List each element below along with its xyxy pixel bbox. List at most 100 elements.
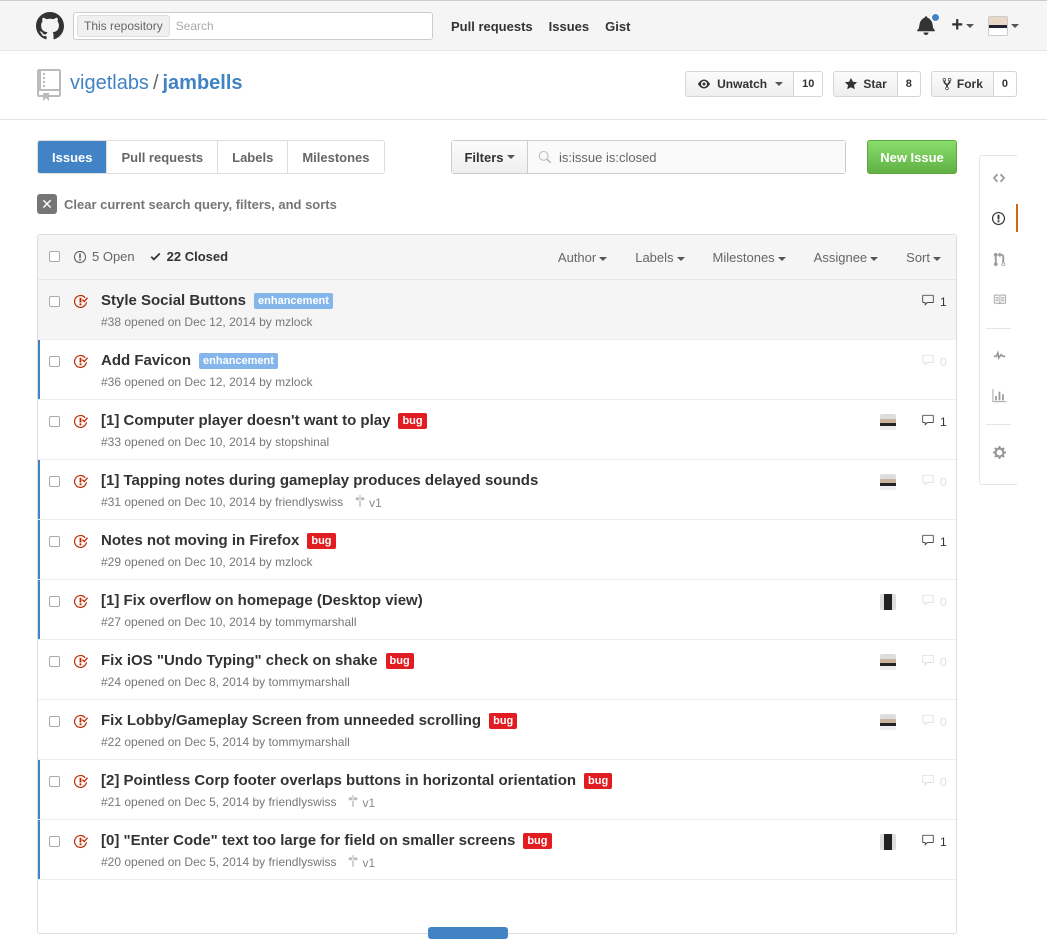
nav-pull-requests[interactable]: Pull requests	[451, 19, 533, 34]
issue-row[interactable]: Style Social Buttons enhancement #38 opene…	[38, 280, 956, 340]
tab-labels[interactable]: Labels	[217, 141, 287, 173]
issue-meta-text: #36 opened on Dec 12, 2014 by mzlock	[101, 375, 313, 389]
issue-title-link[interactable]: [1] Tapping notes during gameplay produc…	[101, 472, 538, 489]
issue-comments[interactable]: 0	[921, 654, 947, 670]
issue-title-link[interactable]: Fix Lobby/Gameplay Screen from unneeded …	[101, 712, 481, 729]
issue-checkbox[interactable]	[49, 776, 60, 787]
issue-checkbox[interactable]	[49, 536, 60, 547]
issue-title-link[interactable]: Fix iOS "Undo Typing" check on shake	[101, 652, 378, 669]
repo-owner-link[interactable]: vigetlabs	[70, 72, 149, 94]
issue-checkbox[interactable]	[49, 716, 60, 727]
issue-title-link[interactable]: [1] Fix overflow on homepage (Desktop vi…	[101, 592, 423, 609]
issue-title-link[interactable]: [1] Computer player doesn't want to play	[101, 412, 390, 429]
issue-title-link[interactable]: [2] Pointless Corp footer overlaps butto…	[101, 772, 576, 789]
issue-label[interactable]: bug	[385, 652, 414, 669]
site-search[interactable]: This repository Search	[73, 12, 433, 40]
issue-row[interactable]: [1] Tapping notes during gameplay produc…	[38, 460, 956, 520]
assignee-avatar[interactable]	[880, 714, 896, 730]
issue-checkbox[interactable]	[49, 656, 60, 667]
closed-issues-link[interactable]: 22 Closed	[149, 249, 228, 264]
issue-checkbox[interactable]	[49, 296, 60, 307]
issue-label[interactable]: bug	[584, 772, 613, 789]
stars-count[interactable]: 8	[896, 72, 920, 96]
code-icon[interactable]	[980, 164, 1018, 192]
issue-comments[interactable]: 1	[921, 834, 947, 850]
sort-filter[interactable]: Sort	[906, 250, 941, 265]
issue-checkbox[interactable]	[49, 836, 60, 847]
select-all-checkbox[interactable]	[49, 251, 60, 262]
issue-label[interactable]: enhancement	[254, 292, 333, 309]
assignee-avatar[interactable]	[880, 474, 896, 490]
issue-milestone[interactable]: v1	[348, 855, 375, 870]
assignee-avatar[interactable]	[880, 654, 896, 670]
labels-filter[interactable]: Labels	[635, 250, 685, 265]
issue-label[interactable]: enhancement	[199, 352, 278, 369]
fork-button[interactable]: Fork	[931, 72, 993, 96]
clear-filters-link[interactable]: ✕ Clear current search query, filters, a…	[37, 194, 337, 214]
star-button[interactable]: Star	[834, 72, 897, 96]
issue-row[interactable]: Fix iOS "Undo Typing" check on shake bug #…	[38, 640, 956, 700]
assignee-filter[interactable]: Assignee	[814, 250, 879, 265]
pagination-button[interactable]	[428, 927, 508, 939]
issue-row[interactable]: Fix Lobby/Gameplay Screen from unneeded …	[38, 700, 956, 760]
issue-row[interactable]: Add Favicon enhancement #36 opened on Dec …	[38, 340, 956, 400]
author-filter[interactable]: Author	[558, 250, 608, 265]
issue-comments[interactable]: 1	[921, 294, 947, 310]
settings-gear-icon[interactable]	[980, 438, 1018, 466]
milestones-filter[interactable]: Milestones	[713, 250, 786, 265]
issue-comments[interactable]: 0	[921, 774, 947, 790]
tab-issues[interactable]: Issues	[38, 141, 107, 173]
issue-comments[interactable]: 1	[921, 414, 947, 430]
github-logo-icon[interactable]	[36, 12, 64, 40]
issue-milestone[interactable]: v1	[355, 495, 382, 510]
issue-label[interactable]: bug	[398, 412, 427, 429]
issue-title-link[interactable]: Style Social Buttons	[101, 292, 246, 309]
filters-dropdown-button[interactable]: Filters	[452, 141, 528, 173]
search-input[interactable]: Search	[176, 19, 214, 33]
tab-pull-requests[interactable]: Pull requests	[106, 141, 217, 173]
create-new-button[interactable]: +	[951, 14, 974, 37]
issue-comments[interactable]: 0	[921, 474, 947, 490]
issue-label[interactable]: bug	[489, 712, 518, 729]
pulse-icon[interactable]	[980, 341, 1018, 369]
assignee-avatar[interactable]	[880, 594, 896, 610]
issue-title-link[interactable]: [0] "Enter Code" text too large for fiel…	[101, 832, 515, 849]
new-issue-button[interactable]: New Issue	[867, 140, 957, 174]
nav-gist[interactable]: Gist	[605, 19, 630, 34]
unwatch-button[interactable]: Unwatch	[686, 72, 794, 96]
issue-comments[interactable]: 1	[921, 534, 947, 550]
issue-row[interactable]: [1] Fix overflow on homepage (Desktop vi…	[38, 580, 956, 640]
issue-checkbox[interactable]	[49, 356, 60, 367]
issue-comments[interactable]: 0	[921, 714, 947, 730]
forks-count[interactable]: 0	[992, 72, 1016, 96]
issues-icon[interactable]	[980, 204, 1018, 232]
user-menu[interactable]	[988, 15, 1019, 36]
issue-checkbox[interactable]	[49, 596, 60, 607]
issue-row[interactable]: [0] "Enter Code" text too large for fiel…	[38, 820, 956, 880]
open-issues-link[interactable]: 5 Open	[73, 249, 135, 264]
issue-row[interactable]: [2] Pointless Corp footer overlaps butto…	[38, 760, 956, 820]
issue-checkbox[interactable]	[49, 476, 60, 487]
issue-milestone[interactable]: v1	[348, 795, 375, 810]
issue-checkbox[interactable]	[49, 416, 60, 427]
issue-comments[interactable]: 0	[921, 594, 947, 610]
wiki-book-icon[interactable]	[980, 285, 1018, 313]
repo-name-link[interactable]: jambells	[163, 72, 243, 94]
issue-title-link[interactable]: Notes not moving in Firefox	[101, 532, 299, 549]
nav-issues[interactable]: Issues	[549, 19, 589, 34]
issue-label[interactable]: bug	[307, 532, 336, 549]
comment-icon	[921, 774, 935, 790]
tab-milestones[interactable]: Milestones	[287, 141, 383, 173]
pull-request-icon[interactable]	[980, 245, 1018, 273]
issue-title-link[interactable]: Add Favicon	[101, 352, 191, 369]
assignee-avatar[interactable]	[880, 414, 896, 430]
issue-label[interactable]: bug	[523, 832, 552, 849]
issue-comments[interactable]: 0	[921, 354, 947, 370]
graphs-icon[interactable]	[980, 382, 1018, 410]
notifications-bell-icon[interactable]	[917, 12, 941, 37]
assignee-avatar[interactable]	[880, 834, 896, 850]
issue-row[interactable]: [1] Computer player doesn't want to play…	[38, 400, 956, 460]
watchers-count[interactable]: 10	[793, 72, 823, 96]
issue-search-input[interactable]: is:issue is:closed	[528, 141, 845, 173]
issue-row[interactable]: Notes not moving in Firefox bug #29 opened…	[38, 520, 956, 580]
